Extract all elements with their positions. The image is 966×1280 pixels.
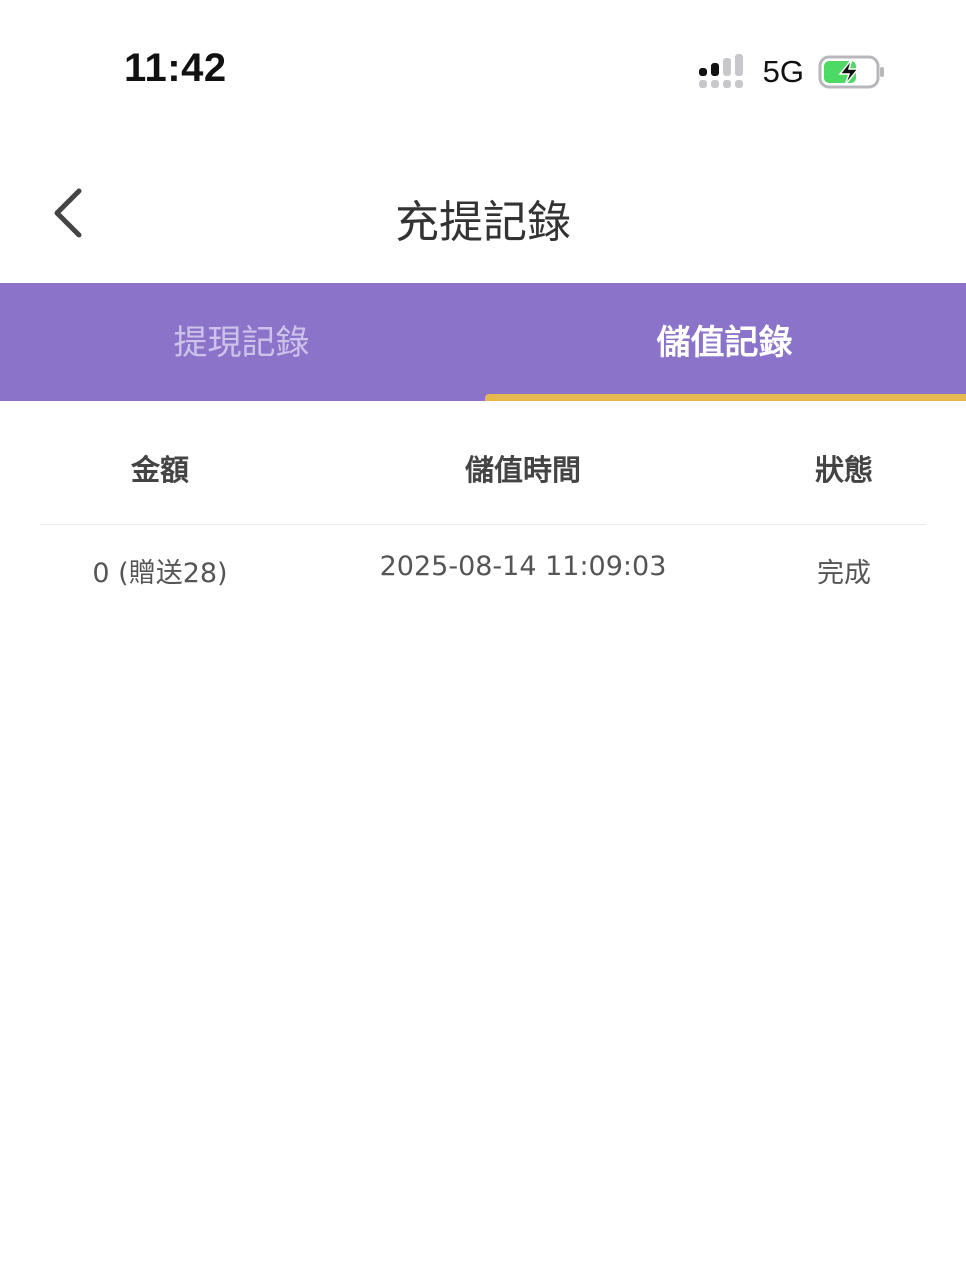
nav-bar: 充提記錄 [0,150,966,282]
status-bar: 11:42 5G [0,0,966,140]
signal-bars-icon [698,54,743,88]
status-indicators: 5G [698,52,886,92]
column-header-amount: 金額 [130,453,189,487]
battery-charging-icon [818,55,884,89]
table-header: 金額 儲值時間 狀態 [40,401,926,525]
tab-label: 儲值記錄 [656,322,793,363]
status-time: 11:42 [124,46,227,90]
column-header-time: 儲值時間 [464,453,581,487]
cell-time: 2025-08-14 11:09:03 [379,551,667,582]
cell-amount: 0 (贈送28) [92,558,228,589]
column-header-status: 狀態 [814,453,873,487]
cell-status: 完成 [817,558,871,589]
tab-deposit-records[interactable]: 儲值記錄 [483,283,966,401]
table-row: 0 (贈送28) 2025-08-14 11:09:03 完成 [40,525,926,611]
page-title: 充提記錄 [395,197,571,248]
tab-label: 提現記錄 [173,322,310,363]
tab-withdraw-records[interactable]: 提現記錄 [0,283,483,401]
active-tab-indicator [485,394,966,401]
records-table: 金額 儲值時間 狀態 0 (贈送28) 2025-08-14 11:09:03 … [0,401,966,611]
record-tabs: 提現記錄 儲值記錄 [0,283,966,401]
network-type: 5G [762,54,804,89]
